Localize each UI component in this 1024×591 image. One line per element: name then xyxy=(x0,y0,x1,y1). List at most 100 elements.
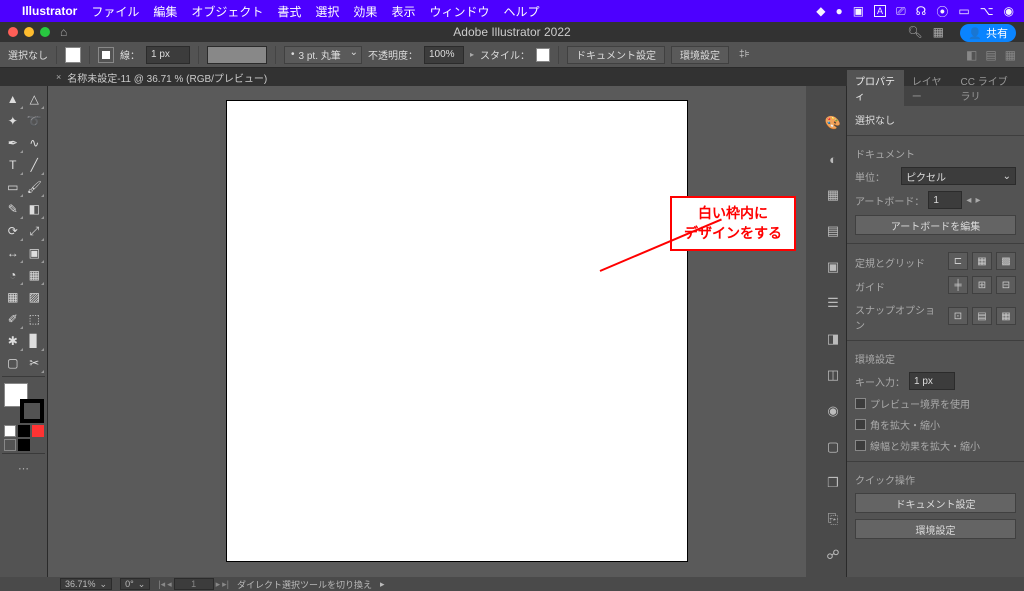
screen-mode-full[interactable] xyxy=(18,439,30,451)
nav-last-icon[interactable]: ▸| xyxy=(222,579,229,590)
direct-selection-tool[interactable]: △ xyxy=(24,88,46,110)
share-button[interactable]: 👤 共有 xyxy=(960,24,1016,42)
graph-tool[interactable]: ▊ xyxy=(24,330,46,352)
quick-doc-setup-button[interactable]: ドキュメント設定 xyxy=(855,493,1016,513)
key-input-field[interactable]: 1 px xyxy=(909,372,955,390)
width-tool[interactable]: ↔ xyxy=(2,242,24,264)
minimize-window-icon[interactable] xyxy=(24,27,34,37)
rotation-field[interactable]: 0°⌄ xyxy=(120,578,150,590)
gradient-panel-icon[interactable]: ◨ xyxy=(824,330,842,348)
menu-help[interactable]: ヘルプ xyxy=(503,3,539,20)
layers-panel-icon[interactable]: ❐ xyxy=(824,474,842,492)
mesh-tool[interactable]: ▦ xyxy=(2,286,24,308)
scale-corners-checkbox[interactable]: 角を拡大・縮小 xyxy=(855,417,1016,432)
artboard-tool[interactable]: ▢ xyxy=(2,352,24,374)
eraser-tool[interactable]: ◧ xyxy=(24,198,46,220)
document-tab[interactable]: × 名称未設定-11 @ 36.71 % (RGB/プレビュー) xyxy=(56,70,267,85)
fill-swatch[interactable] xyxy=(65,47,81,63)
input-menu-icon[interactable]: A xyxy=(874,5,886,17)
zoom-field[interactable]: 36.71%⌄ xyxy=(60,578,112,590)
brush-dropdown[interactable]: •3 pt. 丸筆 xyxy=(284,46,362,64)
close-tab-icon[interactable]: × xyxy=(56,72,61,82)
eyedropper-tool[interactable]: ✐ xyxy=(2,308,24,330)
menu-select[interactable]: 選択 xyxy=(315,3,339,20)
panel-menu-icon[interactable]: ▦ xyxy=(1005,48,1016,62)
lasso-tool[interactable]: ➰ xyxy=(24,110,46,132)
snap-grid-icon[interactable]: ▤ xyxy=(972,307,992,325)
scale-strokes-checkbox[interactable]: 線幅と効果を拡大・縮小 xyxy=(855,438,1016,453)
align-icon[interactable]: ‡⊧ xyxy=(739,49,750,60)
artboard-next-icon[interactable]: ▸ xyxy=(975,195,980,206)
magic-wand-tool[interactable]: ✦ xyxy=(2,110,24,132)
menu-window[interactable]: ウィンドウ xyxy=(429,3,489,20)
quick-prefs-button[interactable]: 環境設定 xyxy=(855,519,1016,539)
snap-point-icon[interactable]: ⊡ xyxy=(948,307,968,325)
perspective-grid-tool[interactable]: ▦ xyxy=(24,264,46,286)
nav-prev-icon[interactable]: ◂ xyxy=(167,579,172,590)
traffic-lights[interactable] xyxy=(8,27,50,37)
shaper-tool[interactable]: ✎ xyxy=(2,198,24,220)
status-dot-icon[interactable]: ● xyxy=(835,4,842,18)
symbol-sprayer-tool[interactable]: ✱ xyxy=(2,330,24,352)
paintbrush-tool[interactable]: 🖌 xyxy=(24,176,46,198)
scale-tool[interactable]: ⤢ xyxy=(24,220,46,242)
stroke-swatch[interactable] xyxy=(98,47,114,63)
screen-mode-normal[interactable] xyxy=(4,439,16,451)
close-window-icon[interactable] xyxy=(8,27,18,37)
edit-artboard-button[interactable]: アートボードを編集 xyxy=(855,215,1016,235)
tab-cc-libraries[interactable]: CC ライブラリ xyxy=(953,70,1024,106)
color-panel-icon[interactable]: 🎨 xyxy=(824,114,842,132)
artboard-prev-icon[interactable]: ◂ xyxy=(966,195,971,206)
stroke-chip[interactable] xyxy=(20,399,44,423)
smart-guides-icon[interactable]: ⊟ xyxy=(996,276,1016,294)
home-icon[interactable]: ⌂ xyxy=(60,25,67,39)
units-dropdown[interactable]: ピクセル⌄ xyxy=(901,167,1016,185)
color-mode-gradient[interactable] xyxy=(18,425,30,437)
gradient-tool[interactable]: ▨ xyxy=(24,286,46,308)
vertical-scrollbar[interactable] xyxy=(806,86,820,577)
appearance-panel-icon[interactable]: ◉ xyxy=(824,402,842,420)
artboard[interactable] xyxy=(226,100,688,562)
opacity-chevron-icon[interactable]: ▸ xyxy=(470,50,474,59)
search-icon[interactable]: 🔍︎ xyxy=(907,25,922,39)
symbols-panel-icon[interactable]: ▣ xyxy=(824,258,842,276)
artboard-number-field[interactable]: 1 xyxy=(928,191,962,209)
brush-preview[interactable] xyxy=(207,46,267,64)
siri-icon[interactable]: ◉ xyxy=(1004,4,1014,18)
shape-builder-tool[interactable]: ◔ xyxy=(2,264,24,286)
nav-first-icon[interactable]: |◂ xyxy=(158,579,165,590)
pen-tool[interactable]: ✒ xyxy=(2,132,24,154)
rectangle-tool[interactable]: ▭ xyxy=(2,176,24,198)
style-swatch[interactable] xyxy=(536,48,550,62)
rotate-tool[interactable]: ⟳ xyxy=(2,220,24,242)
artboard-page-field[interactable]: 1 xyxy=(174,578,214,590)
type-tool[interactable]: T xyxy=(2,154,24,176)
curvature-tool[interactable]: ∿ xyxy=(24,132,46,154)
bluetooth-icon[interactable]: ☊ xyxy=(916,4,927,18)
tab-properties[interactable]: プロパティ xyxy=(847,70,904,106)
menu-object[interactable]: オブジェクト xyxy=(191,3,263,20)
color-chips[interactable] xyxy=(2,383,46,423)
tab-layers[interactable]: レイヤー xyxy=(904,70,953,106)
menu-file[interactable]: ファイル xyxy=(91,3,139,20)
brushes-panel-icon[interactable]: ▤ xyxy=(824,222,842,240)
nav-next-icon[interactable]: ▸ xyxy=(216,579,221,590)
slice-tool[interactable]: ✂ xyxy=(24,352,46,374)
graphic-styles-panel-icon[interactable]: ▢ xyxy=(824,438,842,456)
app-name[interactable]: Illustrator xyxy=(22,4,77,18)
stroke-width-field[interactable]: 1 px xyxy=(146,46,190,64)
preview-bounds-checkbox[interactable]: プレビュー境界を使用 xyxy=(855,396,1016,411)
screen-icon[interactable]: ▣ xyxy=(853,4,864,18)
panel-toggle-icon[interactable]: ◧ xyxy=(966,48,977,62)
free-transform-tool[interactable]: ▣ xyxy=(24,242,46,264)
menu-effect[interactable]: 効果 xyxy=(353,3,377,20)
menu-edit[interactable]: 編集 xyxy=(153,3,177,20)
arrange-docs-icon[interactable]: ▦ xyxy=(933,25,944,39)
transparency-panel-icon[interactable]: ◫ xyxy=(824,366,842,384)
menu-view[interactable]: 表示 xyxy=(391,3,415,20)
control-center-icon[interactable]: ⌥ xyxy=(980,4,994,18)
dropbox-icon[interactable]: ◆ xyxy=(816,4,825,18)
guides-show-icon[interactable]: ╪ xyxy=(948,276,968,294)
blend-tool[interactable]: ⬚ xyxy=(24,308,46,330)
swatches-panel-icon[interactable]: ▦ xyxy=(824,186,842,204)
